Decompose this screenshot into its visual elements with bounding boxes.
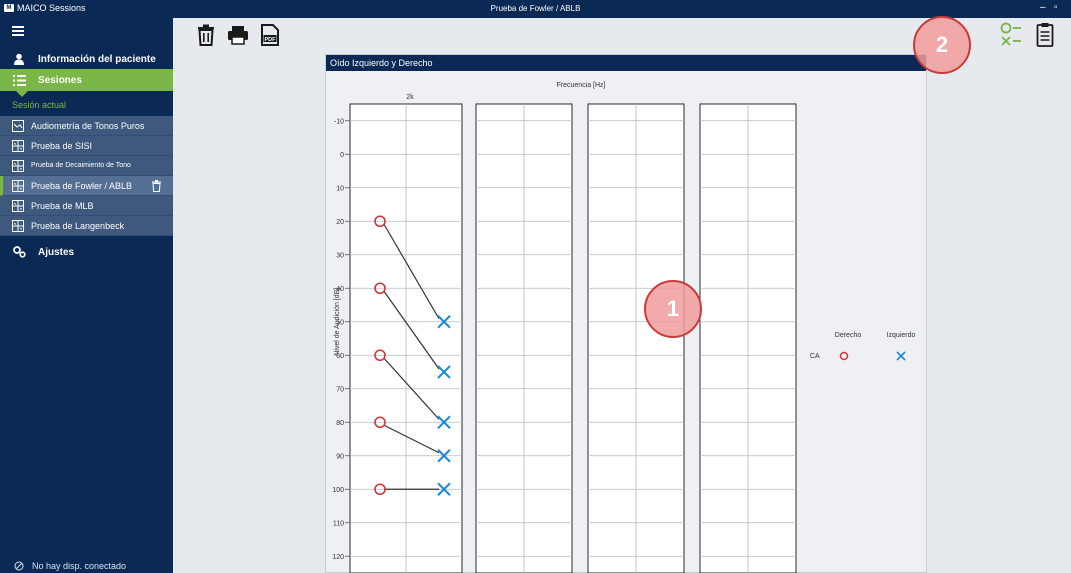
callout-marker-2: 2: [913, 16, 971, 74]
session-list: Audiometría de Tonos Puros Prueba de SISI…: [0, 116, 173, 236]
y-tick-label: 100: [332, 487, 344, 494]
current-session-heading: Sesión actual: [12, 100, 67, 110]
y-tick-label: 20: [336, 219, 344, 226]
minimize-button[interactable]: –: [1040, 2, 1046, 13]
y-tick-label: 120: [332, 554, 344, 561]
legend-left-label: Izquierdo: [887, 332, 916, 339]
sidebar-item-session[interactable]: Prueba de MLB: [0, 196, 173, 216]
grid-chart-icon: [12, 219, 24, 232]
audiogram-icon: [12, 119, 24, 132]
y-axis-label: Nivel de Audición [dB]: [334, 288, 341, 356]
session-label: Prueba de Fowler / ABLB: [31, 180, 133, 191]
y-tick-label: 90: [336, 453, 344, 460]
device-status: No hay disp. conectado: [14, 561, 126, 571]
sidebar-item-label: Ajustes: [38, 246, 75, 258]
toolbar: PDF: [196, 24, 280, 46]
grid-chart-icon: [12, 139, 24, 152]
y-tick-label: 110: [333, 520, 344, 527]
sidebar: Información del paciente Sesiones Sesión…: [0, 18, 173, 573]
y-tick-label: 30: [336, 252, 344, 259]
pdf-icon[interactable]: PDF: [260, 24, 280, 46]
grid-chart-icon: [12, 159, 24, 172]
gears-icon: [12, 246, 26, 258]
checklist-icon[interactable]: [1000, 22, 1022, 48]
app-window: M MAICO Sessions Prueba de Fowler / ABLB…: [0, 0, 1071, 573]
panel-title: Oído Izquierdo y Derecho: [326, 55, 926, 71]
sidebar-item-session[interactable]: Prueba de Langenbeck: [0, 216, 173, 236]
disconnected-icon: [14, 561, 24, 571]
y-tick-label: 70: [336, 386, 344, 393]
callout-marker-1: 1: [644, 280, 702, 338]
y-tick-label: -10: [334, 118, 344, 125]
hamburger-menu-icon[interactable]: [12, 26, 24, 36]
sidebar-item-patient-info[interactable]: Información del paciente: [0, 48, 173, 70]
fowler-chart: Frecuencia [Hz]2k-1001020304050607080901…: [332, 82, 916, 573]
frequency-tick-label: 2k: [406, 94, 414, 101]
session-label: Prueba de Decaimiento de Tono: [31, 162, 131, 169]
person-icon: [12, 53, 26, 65]
legend-left-marker: [896, 351, 906, 361]
window-title: Prueba de Fowler / ABLB: [490, 4, 581, 13]
y-tick-label: 10: [336, 185, 344, 192]
legend-row-label: CA: [810, 353, 820, 360]
maximize-button[interactable]: ▫: [1054, 2, 1058, 13]
session-label: Prueba de SISI: [31, 140, 93, 151]
legend-right-label: Derecho: [835, 332, 862, 339]
y-tick-label: 80: [336, 420, 344, 427]
clipboard-icon[interactable]: [1036, 22, 1054, 48]
session-label: Prueba de MLB: [31, 200, 94, 211]
delete-session-icon[interactable]: [151, 180, 163, 192]
legend-right-marker: [839, 351, 849, 361]
svg-text:PDF: PDF: [265, 37, 277, 43]
right-toolbar: [1000, 22, 1054, 48]
trash-icon[interactable]: [196, 24, 216, 46]
chart-panel: Oído Izquierdo y Derecho Frecuencia [Hz]…: [325, 54, 927, 573]
sidebar-item-sessions[interactable]: Sesiones: [0, 69, 173, 97]
list-icon: [12, 74, 26, 86]
sidebar-item-session[interactable]: Prueba de Fowler / ABLB: [0, 176, 173, 196]
session-label: Prueba de Langenbeck: [31, 220, 125, 231]
sidebar-item-session[interactable]: Prueba de SISI: [0, 136, 173, 156]
sidebar-item-label: Sesiones: [38, 74, 82, 86]
sidebar-item-settings[interactable]: Ajustes: [0, 242, 173, 262]
grid-chart-icon: [12, 179, 24, 192]
print-icon[interactable]: [227, 24, 249, 46]
frequency-axis-label: Frecuencia [Hz]: [556, 82, 605, 89]
grid-chart-icon: [12, 199, 24, 212]
device-status-text: No hay disp. conectado: [32, 561, 127, 571]
title-bar: M MAICO Sessions Prueba de Fowler / ABLB…: [0, 0, 1071, 18]
session-label: Audiometría de Tonos Puros: [31, 120, 145, 131]
y-tick-label: 0: [340, 152, 344, 159]
sidebar-item-session[interactable]: Audiometría de Tonos Puros: [0, 116, 173, 136]
sidebar-item-label: Información del paciente: [38, 53, 156, 65]
sidebar-item-session[interactable]: Prueba de Decaimiento de Tono: [0, 156, 173, 176]
